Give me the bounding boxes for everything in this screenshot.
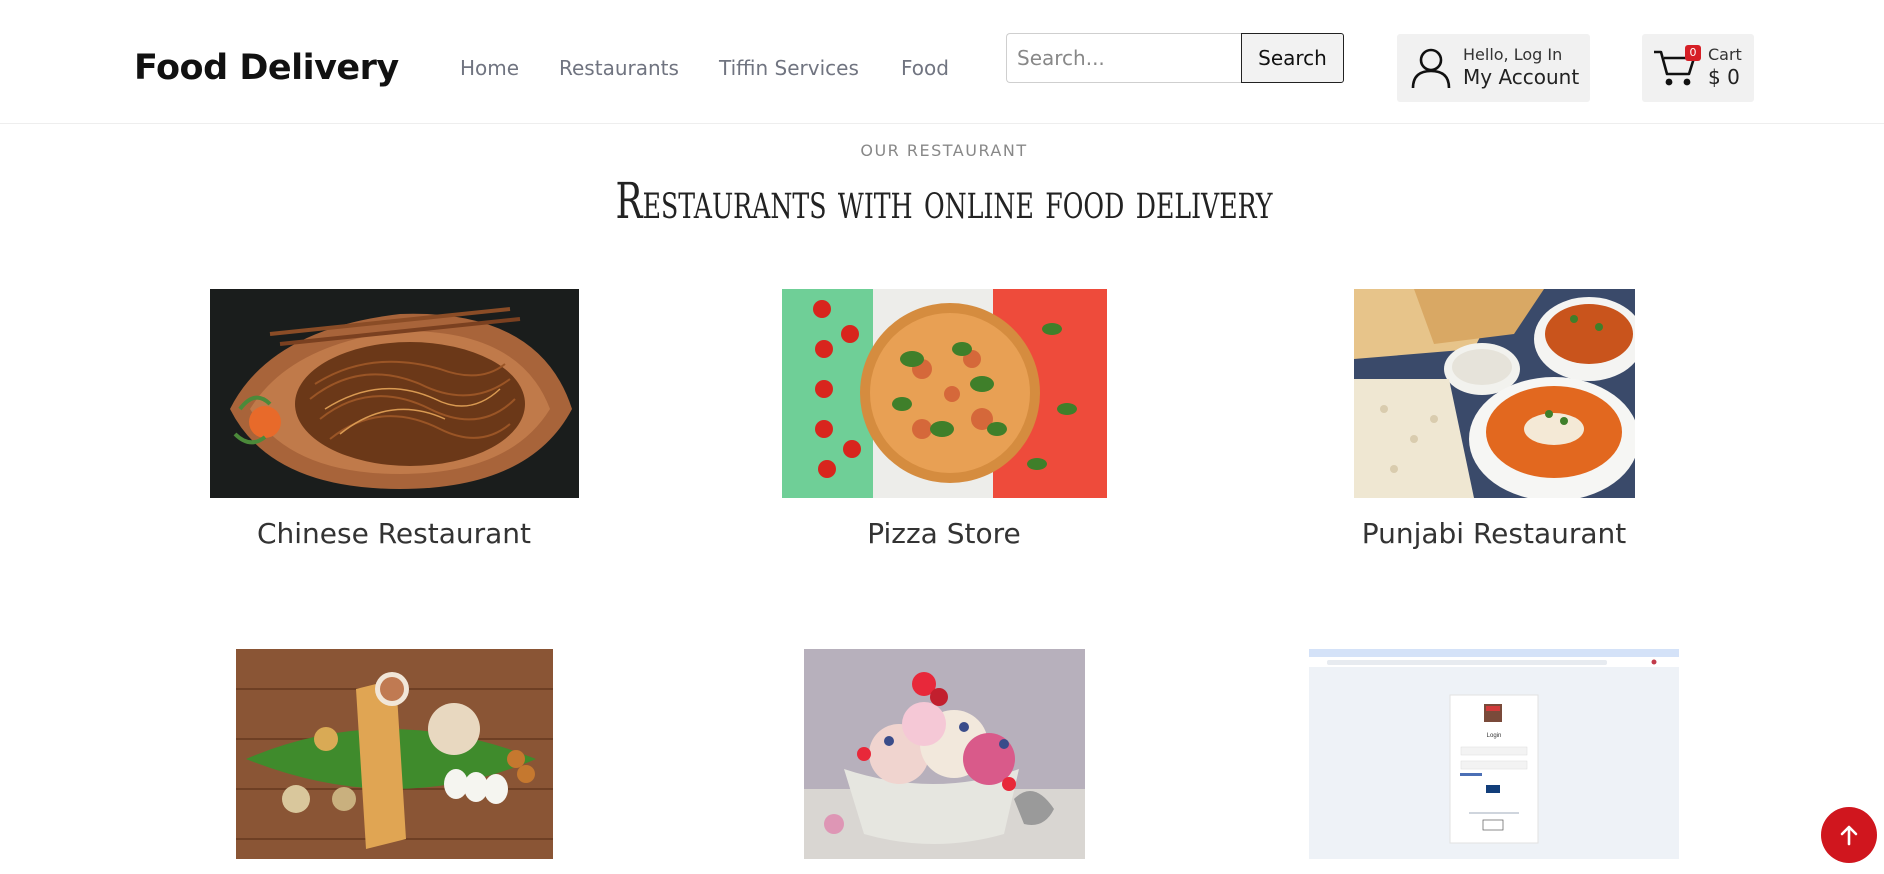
restaurant-image-south-indian[interactable] [236, 649, 553, 859]
restaurant-name[interactable]: Punjabi Restaurant [1294, 517, 1694, 550]
restaurant-name[interactable]: Chinese Restaurant [194, 517, 594, 550]
account-greeting: Hello, Log In [1463, 45, 1563, 64]
cart-total: $ 0 [1708, 65, 1740, 89]
restaurant-image-chinese[interactable] [210, 289, 579, 498]
search-button[interactable]: Search [1241, 33, 1344, 83]
account-label: My Account [1463, 65, 1580, 89]
user-icon [1411, 48, 1451, 89]
account-button[interactable]: Hello, Log In My Account [1397, 34, 1590, 102]
cart-count-badge: 0 [1685, 45, 1701, 61]
arrow-up-icon [1840, 825, 1858, 846]
restaurant-image-ice-cream[interactable] [804, 649, 1085, 859]
restaurant-image-pizza[interactable] [782, 289, 1107, 498]
nav-restaurants[interactable]: Restaurants [559, 56, 679, 80]
section-eyebrow: OUR RESTAURANT [860, 141, 1028, 160]
brand-logo[interactable]: Food Delivery [134, 48, 399, 88]
nav-food[interactable]: Food [901, 56, 949, 80]
nav-tiffin-services[interactable]: Tiffin Services [719, 56, 859, 80]
section-title: Restaurants with online food delivery [615, 172, 1273, 230]
login-preview-title: Login [1487, 733, 1502, 739]
site-header: Food Delivery Home Restaurants Tiffin Se… [0, 0, 1884, 124]
restaurant-image-punjabi[interactable] [1354, 289, 1635, 498]
cart-button[interactable]: 0 Cart $ 0 [1642, 34, 1754, 102]
cart-label: Cart [1708, 45, 1742, 64]
search-input[interactable] [1006, 33, 1242, 83]
nav-home[interactable]: Home [460, 56, 519, 80]
scroll-to-top-button[interactable] [1821, 807, 1877, 863]
restaurant-name[interactable]: Pizza Store [744, 517, 1144, 550]
restaurant-image-login-preview[interactable]: Login [1309, 649, 1679, 859]
